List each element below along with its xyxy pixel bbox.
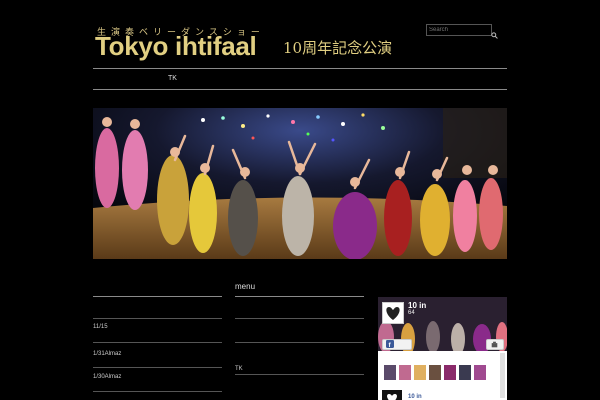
menu-title: menu bbox=[235, 282, 256, 291]
left-col-divider bbox=[93, 391, 222, 392]
menu-divider bbox=[235, 296, 364, 297]
facebook-post-avatar bbox=[382, 390, 402, 400]
post-link[interactable]: 11/15 bbox=[93, 324, 108, 330]
facebook-like-count: 64 bbox=[408, 310, 415, 316]
facebook-like-button[interactable]: f bbox=[382, 339, 412, 350]
nav-item-tk[interactable]: TK bbox=[168, 75, 177, 82]
share-icon bbox=[491, 341, 498, 348]
post-link[interactable]: 1/30Almaz bbox=[93, 374, 121, 380]
menu-item-tk[interactable]: TK bbox=[235, 366, 243, 372]
left-col-divider bbox=[93, 296, 222, 297]
site-logo-jp: 10周年記念公演 bbox=[283, 39, 393, 57]
facebook-photo-strip bbox=[384, 365, 488, 380]
search-icon[interactable] bbox=[491, 26, 498, 39]
facebook-icon: f bbox=[386, 340, 394, 348]
menu-divider bbox=[235, 318, 364, 319]
header-divider bbox=[93, 68, 507, 69]
nav-divider bbox=[93, 89, 507, 90]
menu-divider bbox=[235, 374, 364, 375]
search-input[interactable] bbox=[426, 24, 492, 36]
facebook-post-author[interactable]: 10 in bbox=[408, 394, 422, 400]
scrollbar[interactable] bbox=[500, 353, 505, 398]
hero-image bbox=[93, 108, 507, 259]
left-col-divider bbox=[93, 342, 222, 343]
facebook-cover-image: 10 in 64 f bbox=[378, 297, 507, 351]
facebook-page-widget[interactable]: 10 in 64 f 10 in bbox=[378, 297, 507, 400]
facebook-page-avatar[interactable] bbox=[382, 302, 404, 324]
menu-divider bbox=[235, 342, 364, 343]
site-logo[interactable]: Tokyo ihtifaal bbox=[95, 31, 257, 62]
facebook-share-button[interactable] bbox=[486, 339, 504, 350]
left-col-divider bbox=[93, 367, 222, 368]
left-col-divider bbox=[93, 318, 222, 319]
facebook-page-name[interactable]: 10 in bbox=[408, 301, 426, 310]
post-link[interactable]: 1/31Almaz bbox=[93, 351, 121, 357]
